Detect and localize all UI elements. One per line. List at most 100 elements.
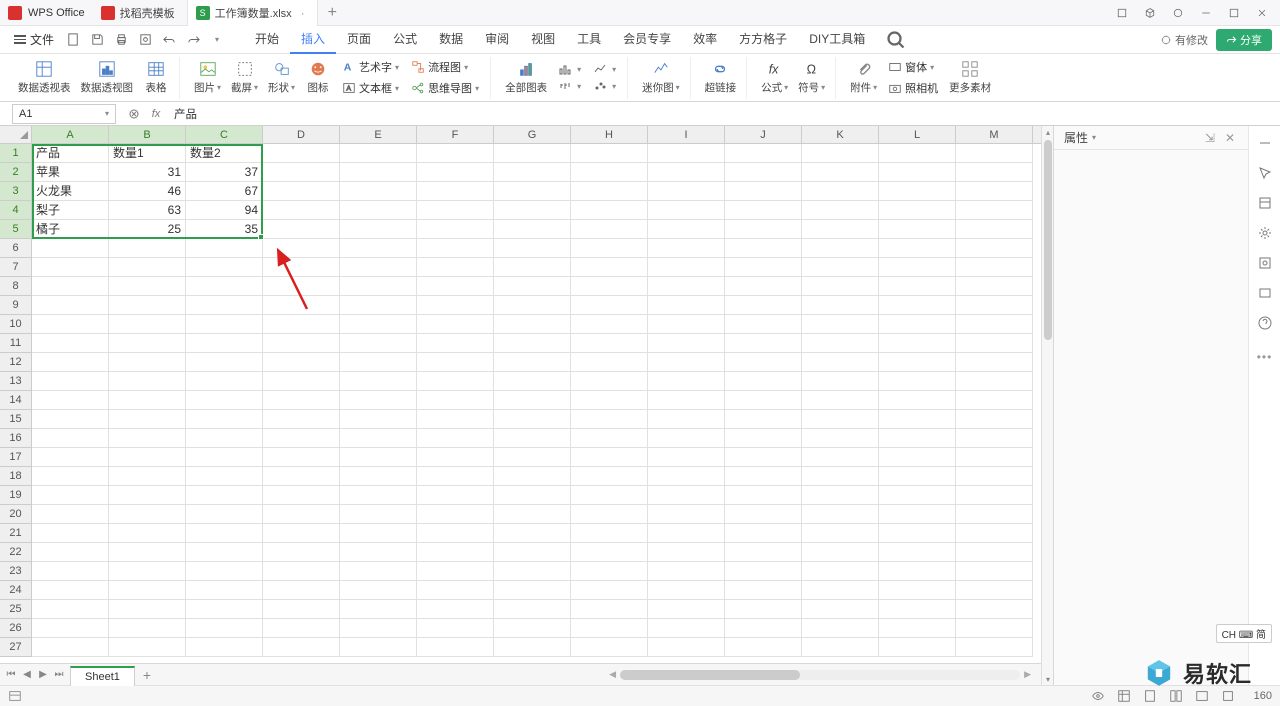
cell[interactable] (417, 448, 494, 467)
row-header[interactable]: 16 (0, 429, 31, 448)
cell[interactable] (879, 258, 956, 277)
name-box-dropdown-icon[interactable]: ▾ (105, 109, 109, 118)
cell[interactable] (417, 638, 494, 657)
cell[interactable] (494, 467, 571, 486)
qat-new-icon[interactable] (62, 29, 84, 51)
row-header[interactable]: 11 (0, 334, 31, 353)
cell[interactable] (417, 201, 494, 220)
cell[interactable] (802, 524, 879, 543)
vscroll-up-icon[interactable]: ▴ (1042, 126, 1054, 138)
cell[interactable] (725, 467, 802, 486)
cell[interactable] (340, 600, 417, 619)
cell[interactable] (879, 163, 956, 182)
cell[interactable]: 数量1 (109, 144, 186, 163)
ribbon-formula[interactable]: fx 公式▾ (757, 58, 792, 97)
horizontal-scrollbar[interactable] (620, 670, 1020, 680)
cell[interactable] (109, 467, 186, 486)
cell[interactable] (186, 543, 263, 562)
cell[interactable] (263, 144, 340, 163)
row-header[interactable]: 6 (0, 239, 31, 258)
menu-tab-data[interactable]: 数据 (428, 25, 474, 54)
cell[interactable] (340, 315, 417, 334)
cell[interactable] (802, 239, 879, 258)
cell[interactable] (263, 505, 340, 524)
cell[interactable] (32, 505, 109, 524)
cell[interactable] (879, 353, 956, 372)
cell[interactable] (494, 391, 571, 410)
cell[interactable] (802, 467, 879, 486)
status-eye-icon[interactable] (1088, 687, 1108, 705)
cell[interactable] (879, 486, 956, 505)
cell[interactable] (417, 486, 494, 505)
col-header-E[interactable]: E (340, 126, 417, 143)
cell[interactable] (340, 353, 417, 372)
cell[interactable] (571, 600, 648, 619)
cell[interactable] (725, 144, 802, 163)
ribbon-camera[interactable]: 照相机 (883, 78, 943, 98)
hscroll-left-icon[interactable]: ◀ (609, 669, 616, 680)
cell[interactable] (494, 315, 571, 334)
cell[interactable] (571, 543, 648, 562)
row-header[interactable]: 23 (0, 562, 31, 581)
cell[interactable] (571, 372, 648, 391)
cell[interactable] (494, 372, 571, 391)
window-maximize-icon[interactable] (1222, 2, 1246, 24)
cell[interactable] (648, 258, 725, 277)
cell[interactable] (648, 315, 725, 334)
cell[interactable] (802, 163, 879, 182)
cell[interactable]: 数量2 (186, 144, 263, 163)
cell[interactable] (263, 410, 340, 429)
cell[interactable] (263, 315, 340, 334)
cell[interactable] (648, 524, 725, 543)
side-panel-dropdown-icon[interactable]: ▾ (1092, 133, 1096, 142)
cell[interactable] (956, 467, 1033, 486)
cell[interactable] (340, 277, 417, 296)
cell[interactable] (956, 258, 1033, 277)
cell[interactable] (340, 448, 417, 467)
cell[interactable] (571, 353, 648, 372)
window-skin-icon[interactable] (1166, 2, 1190, 24)
cell[interactable] (263, 163, 340, 182)
cell[interactable] (956, 334, 1033, 353)
cell[interactable] (340, 182, 417, 201)
cell[interactable] (109, 372, 186, 391)
cell[interactable] (340, 581, 417, 600)
cell[interactable] (802, 144, 879, 163)
cell[interactable] (648, 505, 725, 524)
cell[interactable] (186, 296, 263, 315)
right-tool-layers-icon[interactable] (1254, 282, 1276, 304)
cell[interactable] (879, 372, 956, 391)
tab-workbook[interactable]: S 工作簿数量.xlsx · (188, 0, 318, 26)
cell[interactable] (186, 429, 263, 448)
cell[interactable] (494, 353, 571, 372)
cell[interactable] (186, 619, 263, 638)
cell[interactable] (956, 543, 1033, 562)
cell[interactable] (417, 429, 494, 448)
cell[interactable] (571, 562, 648, 581)
cell[interactable] (648, 619, 725, 638)
cell[interactable] (725, 258, 802, 277)
cell[interactable] (494, 144, 571, 163)
cell[interactable] (494, 581, 571, 600)
cell[interactable]: 94 (186, 201, 263, 220)
cell[interactable] (186, 239, 263, 258)
cell[interactable] (571, 467, 648, 486)
cell[interactable] (340, 144, 417, 163)
cell[interactable] (32, 372, 109, 391)
right-tool-collapse-icon[interactable] (1254, 132, 1276, 154)
cell[interactable] (571, 277, 648, 296)
cell[interactable] (648, 334, 725, 353)
row-header[interactable]: 15 (0, 410, 31, 429)
cell[interactable] (340, 239, 417, 258)
cell[interactable] (263, 239, 340, 258)
cell[interactable] (109, 410, 186, 429)
cell[interactable] (263, 562, 340, 581)
cell[interactable] (32, 448, 109, 467)
col-header-K[interactable]: K (802, 126, 879, 143)
row-header[interactable]: 24 (0, 581, 31, 600)
cell[interactable] (494, 334, 571, 353)
cell[interactable] (648, 220, 725, 239)
cell[interactable] (109, 353, 186, 372)
cell[interactable] (879, 239, 956, 258)
cell[interactable] (263, 467, 340, 486)
